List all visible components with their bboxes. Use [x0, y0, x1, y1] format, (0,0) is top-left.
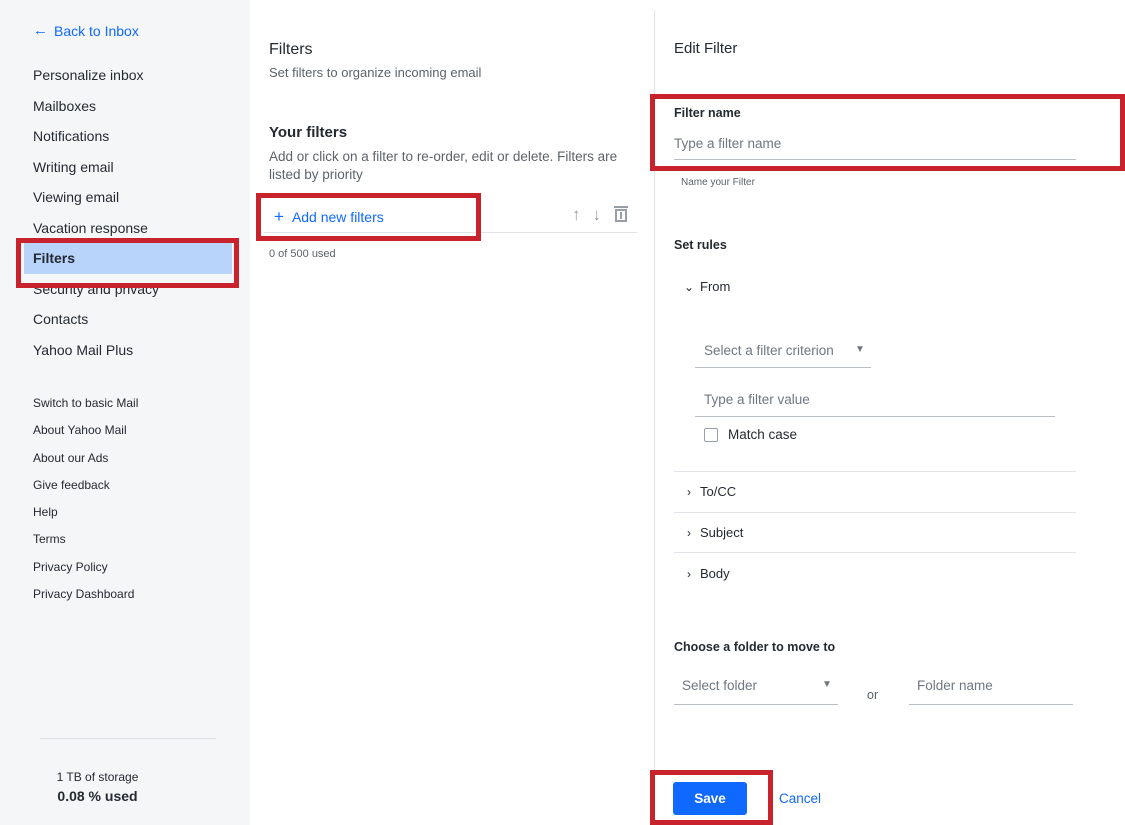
sidebar-item-security-privacy[interactable]: Security and privacy — [0, 274, 250, 305]
rule-section-body[interactable]: › Body — [684, 566, 730, 581]
rule-section-to-cc[interactable]: › To/CC — [684, 484, 736, 499]
filter-actions: ↑ ↓ — [572, 205, 629, 227]
filter-name-input[interactable] — [674, 128, 1076, 160]
match-case-checkbox[interactable]: Match case — [704, 427, 797, 442]
rule-divider — [674, 552, 1076, 553]
filter-criterion-select[interactable]: Select a filter criterion ▼ — [695, 334, 871, 368]
sidebar-item-yahoo-mail-plus[interactable]: Yahoo Mail Plus — [0, 335, 250, 366]
chevron-right-icon: › — [687, 484, 691, 499]
edit-filter-title: Edit Filter — [674, 40, 738, 57]
page-subtitle: Set filters to organize incoming email — [269, 65, 482, 80]
storage-capacity: 1 TB of storage — [56, 770, 139, 784]
sidebar-item-mailboxes[interactable]: Mailboxes — [0, 91, 250, 122]
link-privacy-policy[interactable]: Privacy Policy — [33, 554, 138, 581]
rule-section-subject[interactable]: › Subject — [684, 525, 743, 540]
rule-body-label: Body — [700, 566, 730, 581]
link-about-our-ads[interactable]: About our Ads — [33, 445, 138, 472]
chevron-right-icon: › — [687, 525, 691, 540]
add-new-filters-button[interactable]: + Add new filters — [274, 207, 384, 226]
cancel-button[interactable]: Cancel — [779, 791, 821, 806]
your-filters-description: Add or click on a filter to re-order, ed… — [269, 149, 618, 182]
choose-folder-heading: Choose a folder to move to — [674, 640, 836, 654]
folder-name-input[interactable] — [909, 672, 1073, 705]
sidebar-item-vacation-response[interactable]: Vacation response — [0, 213, 250, 244]
secondary-links: Switch to basic Mail About Yahoo Mail Ab… — [33, 390, 138, 608]
select-folder-dropdown[interactable]: Select folder ▼ — [674, 672, 838, 705]
filter-criterion-placeholder: Select a filter criterion — [704, 343, 834, 358]
sidebar-item-personalize-inbox[interactable]: Personalize inbox — [0, 60, 250, 91]
rule-section-from[interactable]: ⌄ From — [684, 279, 730, 294]
sidebar-item-filters[interactable]: Filters — [24, 243, 232, 274]
settings-sidebar: ← Back to Inbox Personalize inbox Mailbo… — [0, 0, 250, 825]
rule-divider — [674, 512, 1076, 513]
rule-from-label: From — [700, 279, 731, 294]
storage-divider — [40, 738, 216, 739]
caret-down-icon: ▼ — [855, 344, 865, 355]
link-about-yahoo-mail[interactable]: About Yahoo Mail — [33, 417, 138, 444]
trash-icon[interactable] — [613, 205, 629, 227]
filter-name-help: Name your Filter — [681, 177, 755, 188]
back-to-inbox-link[interactable]: ← Back to Inbox — [33, 22, 139, 39]
back-to-inbox-label: Back to Inbox — [54, 22, 139, 39]
match-case-label: Match case — [728, 427, 798, 442]
set-rules-heading: Set rules — [674, 238, 727, 252]
chevron-right-icon: › — [687, 566, 691, 581]
plus-icon: + — [274, 207, 284, 226]
storage-used: 0.08 % used — [57, 788, 138, 804]
link-terms[interactable]: Terms — [33, 526, 138, 553]
trash-icon-svg — [614, 206, 628, 222]
link-give-feedback[interactable]: Give feedback — [33, 472, 138, 499]
save-button[interactable]: Save — [673, 782, 747, 815]
filters-toolbar: + Add new filters ↑ ↓ — [264, 200, 637, 233]
chevron-down-icon: ⌄ — [684, 279, 695, 294]
caret-down-icon: ▼ — [822, 679, 832, 690]
checkbox-box[interactable] — [704, 427, 718, 442]
filters-used-count: 0 of 500 used — [269, 248, 336, 260]
rule-to-cc-label: To/CC — [700, 484, 737, 499]
arrow-down-icon[interactable]: ↓ — [593, 205, 602, 227]
add-new-filters-label: Add new filters — [291, 209, 384, 225]
filter-value-input[interactable] — [695, 383, 1055, 417]
sidebar-item-viewing-email[interactable]: Viewing email — [0, 182, 250, 213]
rule-divider — [674, 471, 1076, 472]
your-filters-heading: Your filters — [269, 124, 348, 141]
filters-panel: Filters Set filters to organize incoming… — [250, 0, 654, 825]
arrow-up-icon[interactable]: ↑ — [572, 205, 581, 227]
page-title: Filters — [269, 41, 313, 58]
sidebar-item-contacts[interactable]: Contacts — [0, 304, 250, 335]
edit-filter-panel: Edit Filter Filter name Name your Filter… — [655, 0, 1125, 825]
sidebar-item-writing-email[interactable]: Writing email — [0, 152, 250, 183]
select-folder-placeholder: Select folder — [682, 678, 758, 693]
settings-nav: Personalize inbox Mailboxes Notification… — [0, 60, 250, 365]
link-privacy-dashboard[interactable]: Privacy Dashboard — [33, 581, 138, 608]
or-label: or — [867, 688, 879, 702]
link-help[interactable]: Help — [33, 499, 138, 526]
link-switch-basic-mail[interactable]: Switch to basic Mail — [33, 390, 138, 417]
sidebar-item-notifications[interactable]: Notifications — [0, 121, 250, 152]
left-arrow-icon: ← — [33, 22, 48, 39]
filter-name-label: Filter name — [674, 106, 741, 120]
rule-subject-label: Subject — [700, 525, 744, 540]
